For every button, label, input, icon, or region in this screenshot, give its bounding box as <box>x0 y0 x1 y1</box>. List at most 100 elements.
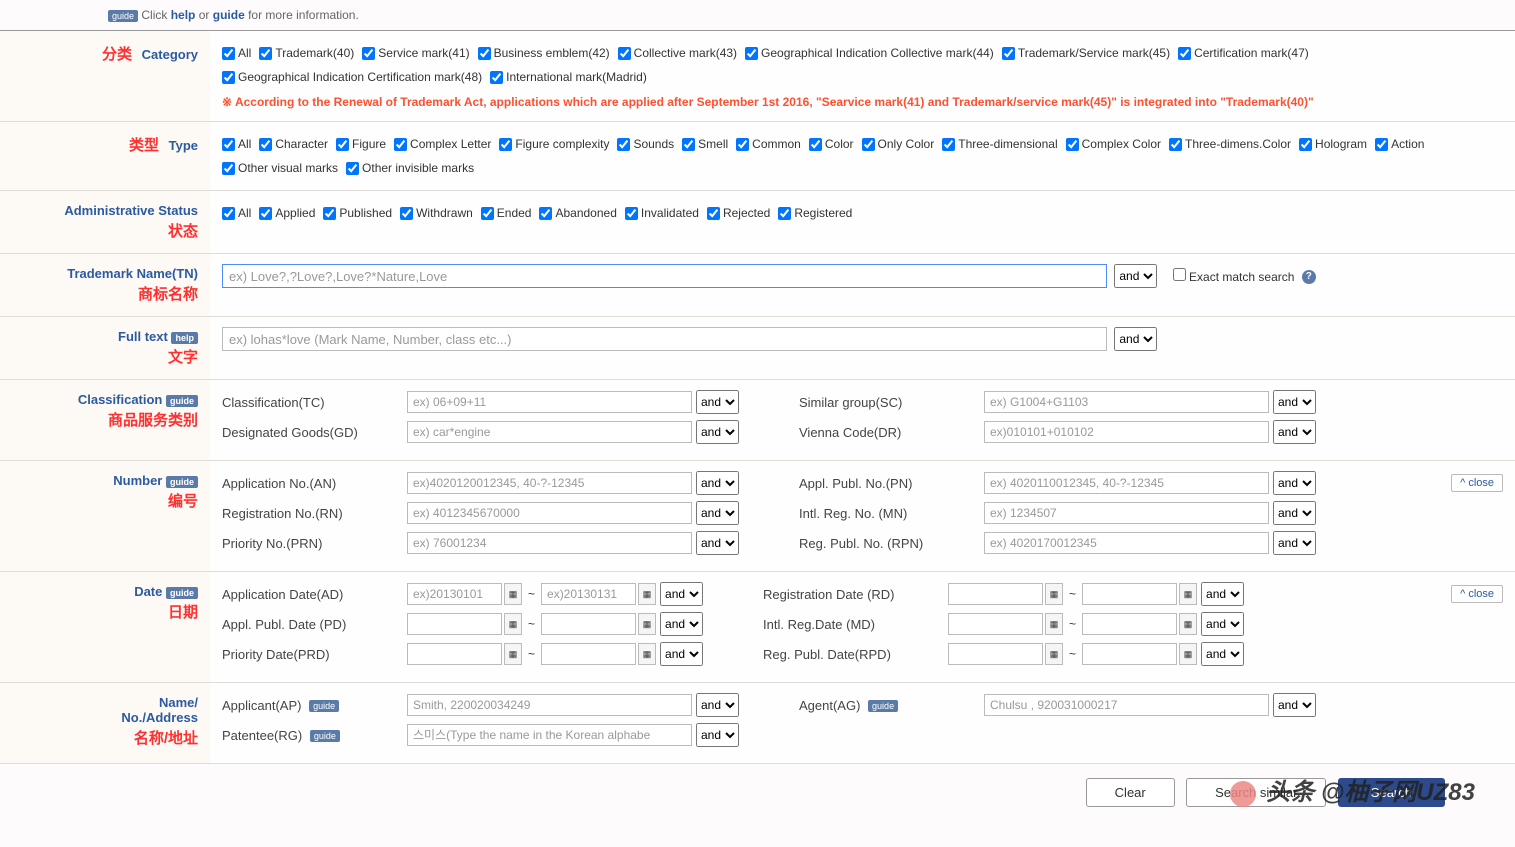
date-right-1-from-input[interactable] <box>948 613 1043 635</box>
calendar-icon[interactable]: ▦ <box>638 583 656 605</box>
help-link[interactable]: help <box>171 8 196 22</box>
category-checkbox[interactable] <box>1002 47 1015 60</box>
name-address-left-0-input[interactable] <box>407 694 692 716</box>
name-address-right-0-guide-badge[interactable]: guide <box>868 700 898 712</box>
trademark-name-operator[interactable]: and <box>1114 264 1157 288</box>
classification-left-1-input[interactable] <box>407 421 692 443</box>
guide-badge[interactable]: guide <box>108 10 138 22</box>
type-checkbox[interactable] <box>862 138 875 151</box>
status-checkbox[interactable] <box>625 207 638 220</box>
category-checkbox[interactable] <box>222 71 235 84</box>
name-address-right-0-operator[interactable]: and <box>1273 693 1316 717</box>
number-left-0-input[interactable] <box>407 472 692 494</box>
classification-left-1-operator[interactable]: and <box>696 420 739 444</box>
number-left-1-operator[interactable]: and <box>696 501 739 525</box>
type-checkbox[interactable] <box>1375 138 1388 151</box>
classification-right-0-input[interactable] <box>984 391 1269 413</box>
category-checkbox[interactable] <box>362 47 375 60</box>
number-left-2-input[interactable] <box>407 532 692 554</box>
date-left-2-to-input[interactable] <box>541 643 636 665</box>
type-checkbox[interactable] <box>499 138 512 151</box>
calendar-icon[interactable]: ▦ <box>504 613 522 635</box>
number-right-0-input[interactable] <box>984 472 1269 494</box>
type-checkbox[interactable] <box>346 162 359 175</box>
classification-right-0-operator[interactable]: and <box>1273 390 1316 414</box>
number-left-1-input[interactable] <box>407 502 692 524</box>
calendar-icon[interactable]: ▦ <box>1045 613 1063 635</box>
date-left-0-operator[interactable]: and <box>660 582 703 606</box>
trademark-name-input[interactable] <box>222 264 1107 288</box>
exact-match-checkbox[interactable] <box>1173 268 1186 281</box>
date-right-2-to-input[interactable] <box>1082 643 1177 665</box>
date-right-1-to-input[interactable] <box>1082 613 1177 635</box>
date-right-0-from-input[interactable] <box>948 583 1043 605</box>
category-checkbox[interactable] <box>1178 47 1191 60</box>
number-right-1-input[interactable] <box>984 502 1269 524</box>
number-left-0-operator[interactable]: and <box>696 471 739 495</box>
calendar-icon[interactable]: ▦ <box>1045 583 1063 605</box>
type-checkbox[interactable] <box>336 138 349 151</box>
status-checkbox[interactable] <box>259 207 272 220</box>
date-right-2-from-input[interactable] <box>948 643 1043 665</box>
category-checkbox[interactable] <box>222 47 235 60</box>
status-checkbox[interactable] <box>323 207 336 220</box>
date-left-0-from-input[interactable] <box>407 583 502 605</box>
guide-link[interactable]: guide <box>213 8 245 22</box>
date-close-button[interactable]: close <box>1451 585 1503 603</box>
classification-left-0-input[interactable] <box>407 391 692 413</box>
number-guide-badge[interactable]: guide <box>166 476 198 488</box>
type-checkbox[interactable] <box>682 138 695 151</box>
calendar-icon[interactable]: ▦ <box>1179 613 1197 635</box>
type-checkbox[interactable] <box>1169 138 1182 151</box>
name-address-right-0-input[interactable] <box>984 694 1269 716</box>
number-right-2-input[interactable] <box>984 532 1269 554</box>
type-checkbox[interactable] <box>222 138 235 151</box>
status-checkbox[interactable] <box>539 207 552 220</box>
type-checkbox[interactable] <box>259 138 272 151</box>
status-checkbox[interactable] <box>707 207 720 220</box>
search-similar-button[interactable]: Search similar <box>1186 778 1326 807</box>
date-right-1-operator[interactable]: and <box>1201 612 1244 636</box>
status-checkbox[interactable] <box>481 207 494 220</box>
calendar-icon[interactable]: ▦ <box>1045 643 1063 665</box>
date-left-2-operator[interactable]: and <box>660 642 703 666</box>
help-icon[interactable]: ? <box>1302 270 1316 284</box>
category-checkbox[interactable] <box>745 47 758 60</box>
fulltext-operator[interactable]: and <box>1114 327 1157 351</box>
number-close-button[interactable]: close <box>1451 474 1503 492</box>
type-checkbox[interactable] <box>222 162 235 175</box>
classification-guide-badge[interactable]: guide <box>166 395 198 407</box>
status-checkbox[interactable] <box>222 207 235 220</box>
search-button[interactable]: Search <box>1338 778 1445 807</box>
date-left-2-from-input[interactable] <box>407 643 502 665</box>
type-checkbox[interactable] <box>617 138 630 151</box>
name-address-left-1-operator[interactable]: and <box>696 723 739 747</box>
name-address-left-0-guide-badge[interactable]: guide <box>309 700 339 712</box>
clear-button[interactable]: Clear <box>1086 778 1175 807</box>
classification-right-1-input[interactable] <box>984 421 1269 443</box>
date-right-0-operator[interactable]: and <box>1201 582 1244 606</box>
category-checkbox[interactable] <box>259 47 272 60</box>
calendar-icon[interactable]: ▦ <box>504 643 522 665</box>
name-address-left-1-input[interactable] <box>407 724 692 746</box>
calendar-icon[interactable]: ▦ <box>638 643 656 665</box>
calendar-icon[interactable]: ▦ <box>638 613 656 635</box>
number-right-2-operator[interactable]: and <box>1273 531 1316 555</box>
date-guide-badge[interactable]: guide <box>166 587 198 599</box>
calendar-icon[interactable]: ▦ <box>1179 583 1197 605</box>
category-checkbox[interactable] <box>490 71 503 84</box>
type-checkbox[interactable] <box>942 138 955 151</box>
classification-right-1-operator[interactable]: and <box>1273 420 1316 444</box>
name-address-left-0-operator[interactable]: and <box>696 693 739 717</box>
classification-left-0-operator[interactable]: and <box>696 390 739 414</box>
category-checkbox[interactable] <box>618 47 631 60</box>
type-checkbox[interactable] <box>736 138 749 151</box>
type-checkbox[interactable] <box>809 138 822 151</box>
type-checkbox[interactable] <box>1066 138 1079 151</box>
date-left-1-operator[interactable]: and <box>660 612 703 636</box>
calendar-icon[interactable]: ▦ <box>504 583 522 605</box>
status-checkbox[interactable] <box>400 207 413 220</box>
type-checkbox[interactable] <box>394 138 407 151</box>
name-address-left-1-guide-badge[interactable]: guide <box>310 730 340 742</box>
date-right-0-to-input[interactable] <box>1082 583 1177 605</box>
